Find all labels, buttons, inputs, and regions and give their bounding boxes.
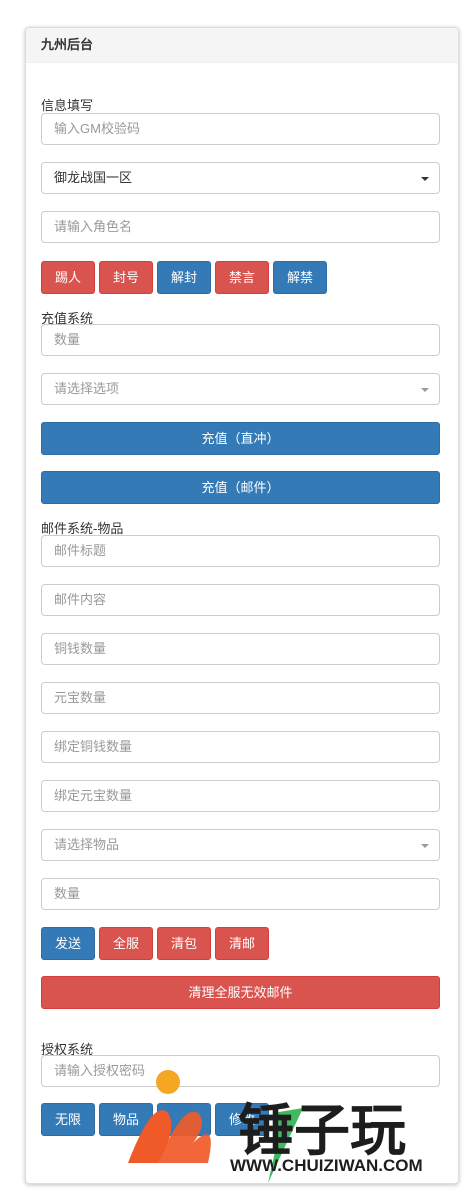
chevron-down-icon xyxy=(421,844,429,848)
watermark-graphic: 锤子玩 WWW.CHUIZIWAN.COM xyxy=(128,1070,423,1183)
bound-copper-input[interactable]: 绑定铜钱数量 xyxy=(41,731,440,763)
watermark-logo: 锤子玩 WWW.CHUIZIWAN.COM xyxy=(98,1068,448,1183)
clear-bag-button[interactable]: 清包 xyxy=(157,927,211,960)
recharge-option-placeholder: 请选择选项 xyxy=(54,381,120,396)
recharge-option-select[interactable]: 请选择选项 xyxy=(41,373,440,405)
chevron-down-icon xyxy=(421,388,429,392)
clear-mail-button[interactable]: 清邮 xyxy=(215,927,269,960)
yuanbao-amount-input[interactable]: 元宝数量 xyxy=(41,682,440,714)
admin-panel: 九州后台 信息填写 输入GM校验码 御龙战国一区 请输入角色名 踢人 封号 解封… xyxy=(25,27,459,1184)
item-select[interactable]: 请选择物品 xyxy=(41,829,440,861)
ban-button[interactable]: 封号 xyxy=(99,261,153,294)
recharge-direct-button[interactable]: 充值（直冲） xyxy=(41,422,440,455)
recharge-mail-button[interactable]: 充值（邮件） xyxy=(41,471,440,504)
mail-content-input[interactable]: 邮件内容 xyxy=(41,584,440,616)
mute-button[interactable]: 禁言 xyxy=(215,261,269,294)
send-button[interactable]: 发送 xyxy=(41,927,95,960)
role-name-input[interactable]: 请输入角色名 xyxy=(41,211,440,243)
unmute-button[interactable]: 解禁 xyxy=(273,261,327,294)
server-select[interactable]: 御龙战国一区 xyxy=(41,162,440,194)
recharge-amount-input[interactable]: 数量 xyxy=(41,324,440,356)
kick-button[interactable]: 踢人 xyxy=(41,261,95,294)
clean-invalid-mail-button[interactable]: 清理全服无效邮件 xyxy=(41,976,440,1009)
watermark-brand: 锤子玩 xyxy=(238,1099,406,1164)
bound-yuanbao-input[interactable]: 绑定元宝数量 xyxy=(41,780,440,812)
copper-amount-input[interactable]: 铜钱数量 xyxy=(41,633,440,665)
chevron-down-icon xyxy=(421,177,429,181)
all-server-button[interactable]: 全服 xyxy=(99,927,153,960)
item-quantity-input[interactable]: 数量 xyxy=(41,878,440,910)
server-select-value: 御龙战国一区 xyxy=(54,170,133,185)
unlimited-button[interactable]: 无限 xyxy=(41,1103,95,1136)
unban-button[interactable]: 解封 xyxy=(157,261,211,294)
watermark-url: WWW.CHUIZIWAN.COM xyxy=(230,1156,423,1175)
item-select-placeholder: 请选择物品 xyxy=(54,837,120,852)
mail-title-input[interactable]: 邮件标题 xyxy=(41,535,440,567)
gm-code-input[interactable]: 输入GM校验码 xyxy=(41,113,440,145)
panel-title: 九州后台 xyxy=(26,28,458,63)
info-section-label: 信息填写 xyxy=(41,98,94,113)
